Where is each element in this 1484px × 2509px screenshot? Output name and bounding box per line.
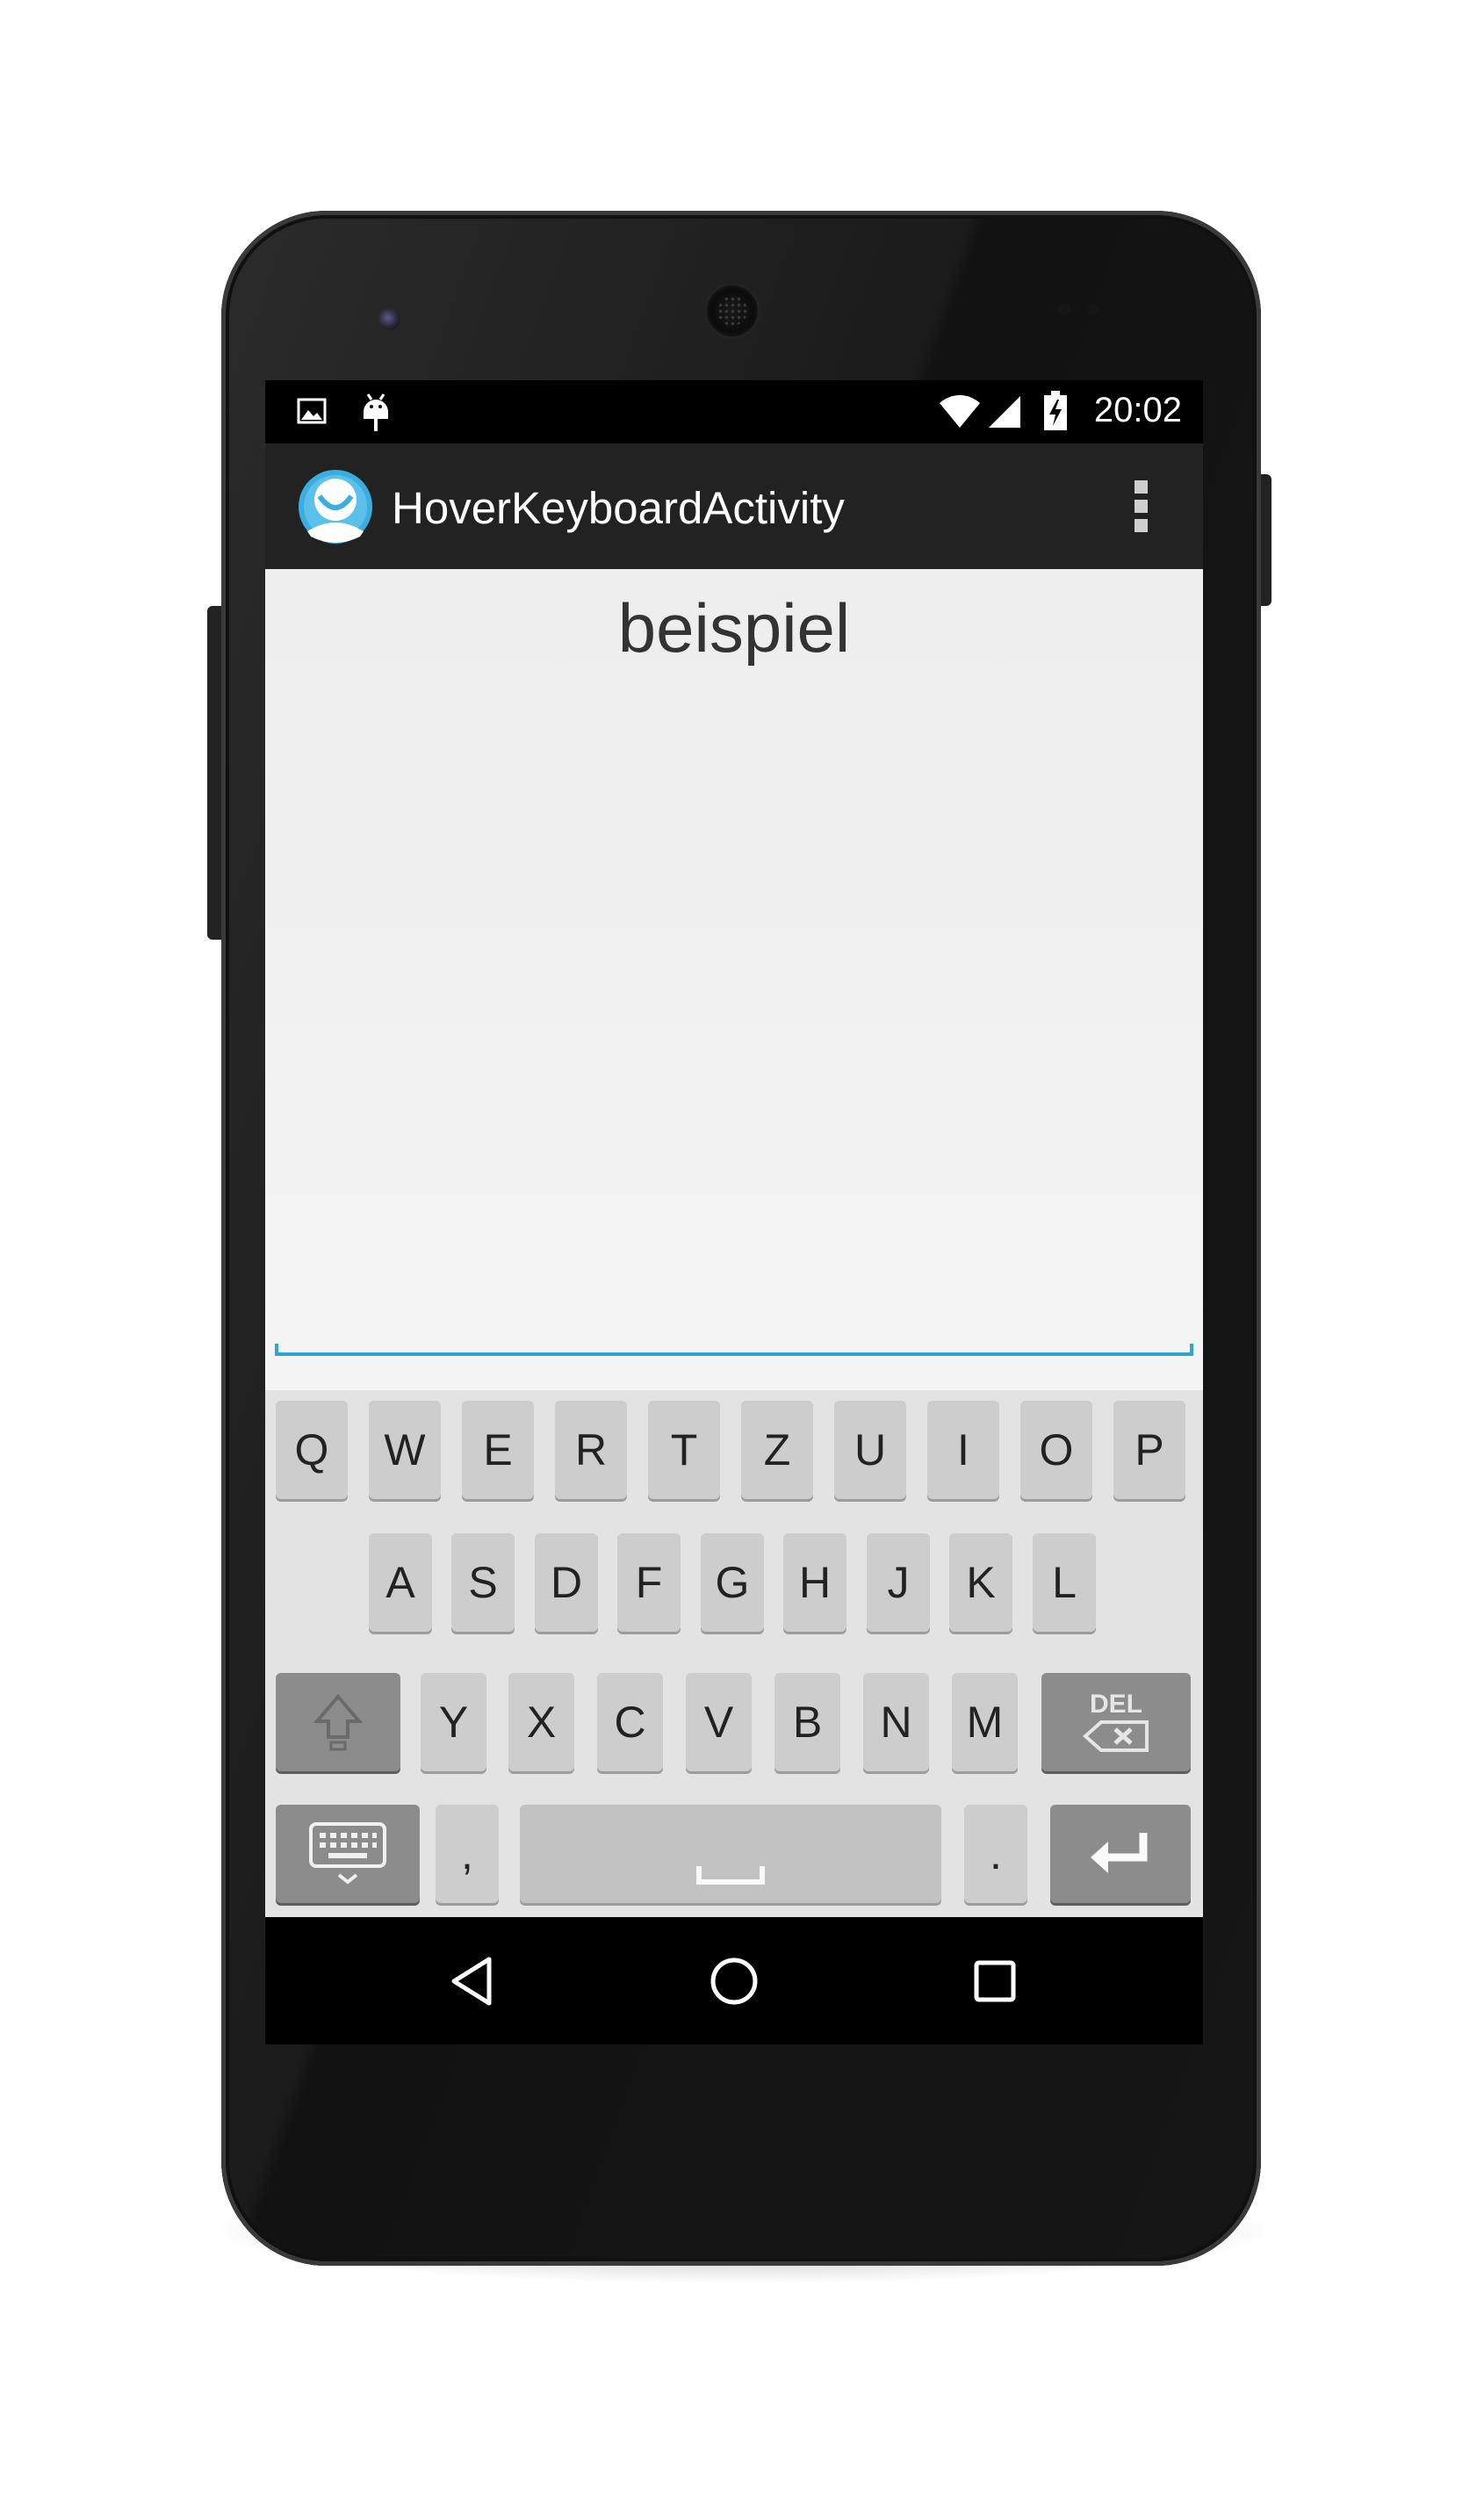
key-m[interactable]: M xyxy=(952,1673,1018,1771)
period-key[interactable]: . xyxy=(964,1805,1027,1903)
key-k[interactable]: K xyxy=(949,1533,1012,1632)
battery-charging-icon xyxy=(1044,391,1067,430)
key-g[interactable]: G xyxy=(701,1533,764,1632)
input-tick-right xyxy=(1190,1344,1193,1356)
key-n[interactable]: N xyxy=(863,1673,929,1771)
cell-signal-icon xyxy=(989,396,1020,428)
key-p[interactable]: P xyxy=(1113,1401,1185,1499)
key-r[interactable]: R xyxy=(555,1401,627,1499)
app-title: HoverKeyboardActivity xyxy=(392,483,845,533)
recents-icon[interactable] xyxy=(964,1950,1026,2012)
key-o[interactable]: O xyxy=(1020,1401,1092,1499)
keyboard-switch-key[interactable] xyxy=(276,1805,420,1903)
status-bar: 20:02 xyxy=(265,380,1203,443)
key-c[interactable]: C xyxy=(597,1673,663,1771)
key-j[interactable]: J xyxy=(867,1533,930,1632)
space-key[interactable] xyxy=(520,1805,941,1903)
phone-screen: 20:02 HoverKeyboardActivity beispiel Q W… xyxy=(265,380,1203,2044)
key-t[interactable]: T xyxy=(648,1401,720,1499)
key-v[interactable]: V xyxy=(686,1673,752,1771)
front-camera xyxy=(378,307,400,330)
home-icon[interactable] xyxy=(703,1950,765,2012)
light-sensor xyxy=(1087,303,1099,315)
input-underline xyxy=(275,1352,1193,1356)
backspace-icon xyxy=(1082,1720,1149,1752)
key-d[interactable]: D xyxy=(535,1533,598,1632)
comma-key[interactable]: , xyxy=(436,1805,499,1903)
key-f[interactable]: F xyxy=(617,1533,681,1632)
soft-keyboard: Q W E R T Z U I O P A S D F G H J K L Y … xyxy=(265,1390,1203,1917)
wifi-icon xyxy=(940,395,980,428)
key-w[interactable]: W xyxy=(369,1401,441,1499)
action-bar: HoverKeyboardActivity xyxy=(265,443,1203,569)
power-button xyxy=(1259,474,1271,606)
key-e[interactable]: E xyxy=(462,1401,534,1499)
del-label: DEL xyxy=(1090,1690,1142,1719)
key-i[interactable]: I xyxy=(927,1401,999,1499)
sample-text: beispiel xyxy=(617,589,851,667)
key-a[interactable]: A xyxy=(369,1533,432,1632)
keyboard-switch-icon xyxy=(309,1822,386,1885)
android-debug-icon xyxy=(364,393,388,431)
image-icon xyxy=(297,398,327,424)
key-q[interactable]: Q xyxy=(276,1401,348,1499)
back-icon[interactable] xyxy=(443,1950,505,2012)
content-area: beispiel xyxy=(265,569,1203,1390)
proximity-sensor xyxy=(1058,303,1070,315)
earpiece-speaker xyxy=(707,285,758,336)
space-icon xyxy=(696,1866,765,1885)
app-avatar-icon xyxy=(299,470,372,544)
status-clock: 20:02 xyxy=(1093,391,1182,429)
enter-icon xyxy=(1091,1833,1148,1873)
overflow-menu-icon[interactable] xyxy=(1124,479,1159,535)
key-h[interactable]: H xyxy=(783,1533,846,1632)
key-z[interactable]: Z xyxy=(741,1401,813,1499)
key-l[interactable]: L xyxy=(1033,1533,1096,1632)
key-u[interactable]: U xyxy=(834,1401,906,1499)
key-s[interactable]: S xyxy=(451,1533,515,1632)
shift-key[interactable] xyxy=(276,1673,400,1771)
text-input[interactable] xyxy=(275,1324,1193,1356)
key-x[interactable]: X xyxy=(508,1673,574,1771)
delete-key[interactable]: DEL xyxy=(1041,1673,1191,1771)
key-b[interactable]: B xyxy=(774,1673,840,1771)
key-y[interactable]: Y xyxy=(421,1673,486,1771)
navigation-bar xyxy=(265,1917,1203,2044)
shift-icon xyxy=(313,1693,364,1751)
input-tick-left xyxy=(275,1344,278,1356)
enter-key[interactable] xyxy=(1050,1805,1191,1903)
